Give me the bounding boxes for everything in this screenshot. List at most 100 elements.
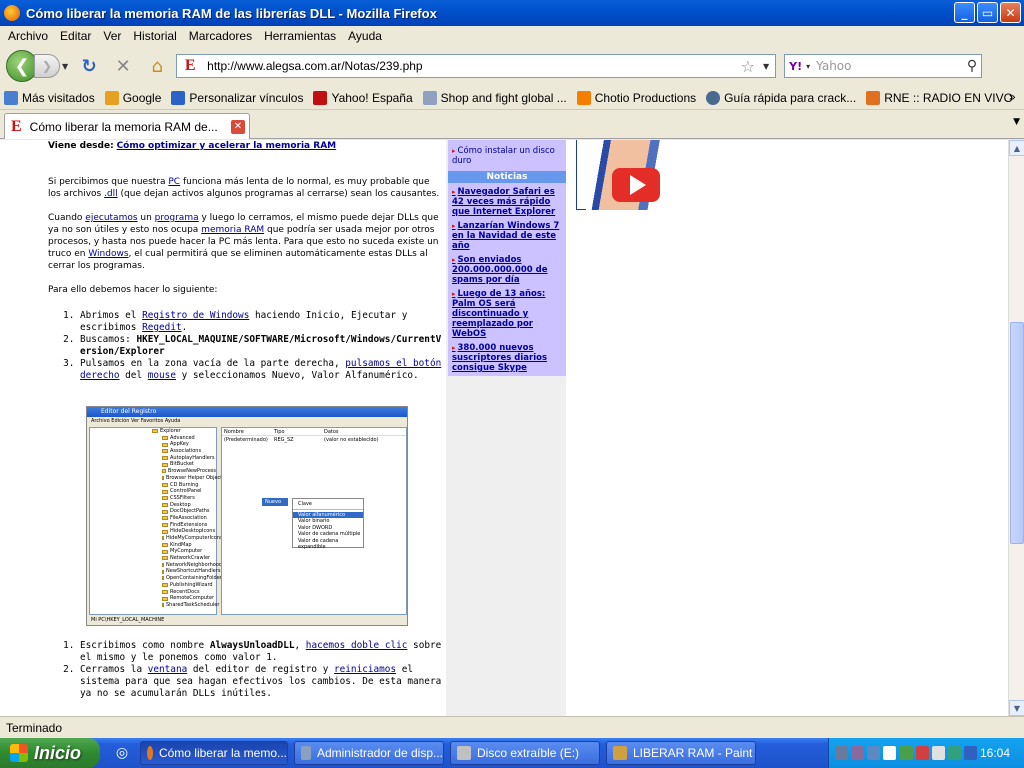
taskbar: Inicio ◎ Cómo liberar la memo... Adminis…	[0, 738, 1024, 768]
news-item[interactable]: ▸ Luego de 13 años: Palm OS será disconti…	[448, 287, 566, 341]
url-dropdown-icon[interactable]: ▼	[763, 62, 769, 71]
bookmark-google[interactable]: Google	[104, 90, 161, 105]
link-registro[interactable]: Registro de Windows	[142, 310, 249, 321]
link-memoria-ram[interactable]: memoria RAM	[201, 225, 264, 235]
search-icon[interactable]: ⚲	[967, 58, 977, 74]
close-button[interactable]: ✕	[1000, 2, 1021, 23]
calendar-icon[interactable]	[883, 746, 897, 760]
text: Si percibimos que nuestra	[48, 177, 169, 187]
bullet-icon: ▸	[452, 147, 456, 155]
volume-icon[interactable]	[931, 746, 945, 760]
menu-ver[interactable]: Ver	[97, 29, 127, 43]
quick-launch-ie-icon[interactable]: ◎	[110, 743, 134, 763]
folder-icon	[162, 556, 168, 561]
viene-link[interactable]: Cómo optimizar y acelerar la memoria RAM	[117, 141, 337, 151]
bookmark-personalizar[interactable]: Personalizar vínculos	[171, 90, 303, 105]
task-paint[interactable]: LIBERAR RAM - Paint	[606, 741, 756, 765]
tray-app-icon[interactable]	[867, 746, 881, 760]
maximize-button[interactable]: ▭	[977, 2, 998, 23]
link-regedit[interactable]: Regedit	[142, 322, 182, 333]
url-bar[interactable]: E http://www.alegsa.com.ar/Notas/239.php…	[176, 54, 777, 78]
link-ventana[interactable]: ventana	[148, 664, 188, 675]
task-firefox[interactable]: Cómo liberar la memo...	[140, 741, 288, 765]
scroll-down-icon[interactable]: ▼	[1009, 700, 1024, 716]
reload-button[interactable]: ↻	[76, 53, 102, 79]
forward-button[interactable]: ❯	[34, 54, 60, 78]
vertical-scrollbar[interactable]: ▲ ▼	[1008, 140, 1024, 716]
link-programa[interactable]: programa	[155, 213, 199, 223]
search-input[interactable]: Yahoo	[810, 59, 967, 73]
link-ejecutamos[interactable]: ejecutamos	[85, 213, 137, 223]
tray-app-icon[interactable]	[899, 746, 913, 760]
tab-current[interactable]: E Cómo liberar la memoria RAM de... ✕	[4, 113, 250, 139]
network-icon[interactable]	[835, 746, 849, 760]
cell: (Predeterminado)	[224, 437, 268, 443]
scroll-up-icon[interactable]: ▲	[1009, 140, 1024, 156]
tab-list-dropdown-icon[interactable]: ▼	[1013, 117, 1020, 127]
bookmark-yahoo[interactable]: Yahoo! España	[313, 90, 413, 105]
steps-list-2: Escribimos como nombre AlwaysUnloadDLL, …	[62, 640, 442, 700]
stop-icon: ✕	[115, 55, 131, 77]
task-admin-dispositivos[interactable]: Administrador de disp...	[294, 741, 444, 765]
link-mouse[interactable]: mouse	[148, 370, 176, 381]
menu-archivo[interactable]: Archivo	[2, 29, 54, 43]
sidebar-link[interactable]: ▸ Cómo instalar un disco duro	[448, 140, 566, 168]
list-item: Buscamos: HKEY_LOCAL_MAQUINE/SOFTWARE/Mi…	[80, 334, 444, 358]
bookmark-chotio[interactable]: Chotio Productions	[576, 90, 696, 105]
menu-marcadores[interactable]: Marcadores	[183, 29, 258, 43]
link-windows[interactable]: Windows	[88, 249, 128, 259]
video-ad[interactable]	[576, 140, 698, 210]
history-dropdown-icon[interactable]: ▼	[62, 62, 68, 71]
tree-item: NetworkNeighborhood	[90, 562, 222, 569]
task-disco-extraible[interactable]: Disco extraíble (E:)	[450, 741, 600, 765]
news-item[interactable]: ▸ Navegador Safari es 42 veces más rápido…	[448, 185, 566, 219]
bookmark-rne[interactable]: RNE :: RADIO EN VIVO	[866, 90, 1013, 105]
tray-app-icon[interactable]	[851, 746, 865, 760]
start-button[interactable]: Inicio	[0, 738, 100, 768]
minimize-button[interactable]: _	[954, 2, 975, 23]
tree-label: NetworkNeighborhood	[166, 561, 223, 568]
news-item[interactable]: ▸ 380.000 nuevos suscriptores diarios con…	[448, 341, 566, 375]
folder-icon	[162, 456, 168, 461]
link-pc[interactable]: PC	[168, 177, 180, 187]
tray-app-icon[interactable]	[947, 746, 961, 760]
link-reiniciamos[interactable]: reiniciamos	[334, 664, 396, 675]
url-input[interactable]: http://www.alegsa.com.ar/Notas/239.php	[203, 59, 741, 73]
tray-app-icon[interactable]	[915, 746, 929, 760]
bookmark-star-icon[interactable]: ☆	[741, 57, 755, 76]
menu-herramientas[interactable]: Herramientas	[258, 29, 342, 43]
bookmarks-overflow-button[interactable]: »	[1009, 90, 1016, 104]
link-instalar-disco[interactable]: Cómo instalar un disco duro	[452, 146, 555, 166]
scroll-thumb[interactable]	[1010, 322, 1024, 544]
regedit-headers: Nombre Tipo Datos	[222, 428, 406, 436]
link-doble-clic[interactable]: hacemos doble clic	[306, 640, 408, 651]
bookmark-guia[interactable]: Guía rápida para crack...	[706, 90, 856, 105]
news-item[interactable]: ▸ Son enviados 200.000.000.000 de spams p…	[448, 253, 566, 287]
search-bar[interactable]: Y! ▾ Yahoo ⚲	[784, 54, 983, 78]
link-dll[interactable]: .dll	[104, 189, 118, 199]
play-button[interactable]	[612, 168, 660, 202]
tab-close-icon[interactable]: ✕	[231, 119, 245, 134]
tree-label: AppKey	[170, 441, 189, 448]
stop-button[interactable]: ✕	[110, 53, 136, 79]
news-item[interactable]: ▸ Lanzarían Windows 7 en la Navidad de es…	[448, 219, 566, 253]
blogger-icon	[576, 90, 591, 105]
folder-icon	[162, 529, 168, 534]
status-bar: Terminado	[0, 716, 1024, 738]
menu-historial[interactable]: Historial	[127, 29, 182, 43]
home-button[interactable]: ⌂	[144, 53, 170, 79]
text: Buscamos:	[80, 334, 137, 345]
bookmark-mas-visitados[interactable]: Más visitados	[4, 90, 95, 105]
menu-ayuda[interactable]: Ayuda	[342, 29, 388, 43]
tree-item: BrowseNewProcess	[90, 468, 216, 475]
site-favicon-icon: E	[181, 57, 200, 75]
search-engine-icon[interactable]: Y!	[789, 60, 802, 73]
menu-editar[interactable]: Editar	[54, 29, 97, 43]
list-item: Cerramos la ventana del editor de regist…	[80, 664, 442, 700]
tray-app-icon[interactable]	[963, 746, 977, 760]
news-title: Luego de 13 años: Palm OS será discontin…	[452, 289, 546, 339]
viene-desde: Viene desde: Cómo optimizar y acelerar l…	[48, 140, 444, 152]
tree-label: Desktop	[170, 501, 191, 508]
bookmark-shop[interactable]: Shop and fight global ...	[422, 90, 567, 105]
folder-icon	[162, 476, 164, 481]
